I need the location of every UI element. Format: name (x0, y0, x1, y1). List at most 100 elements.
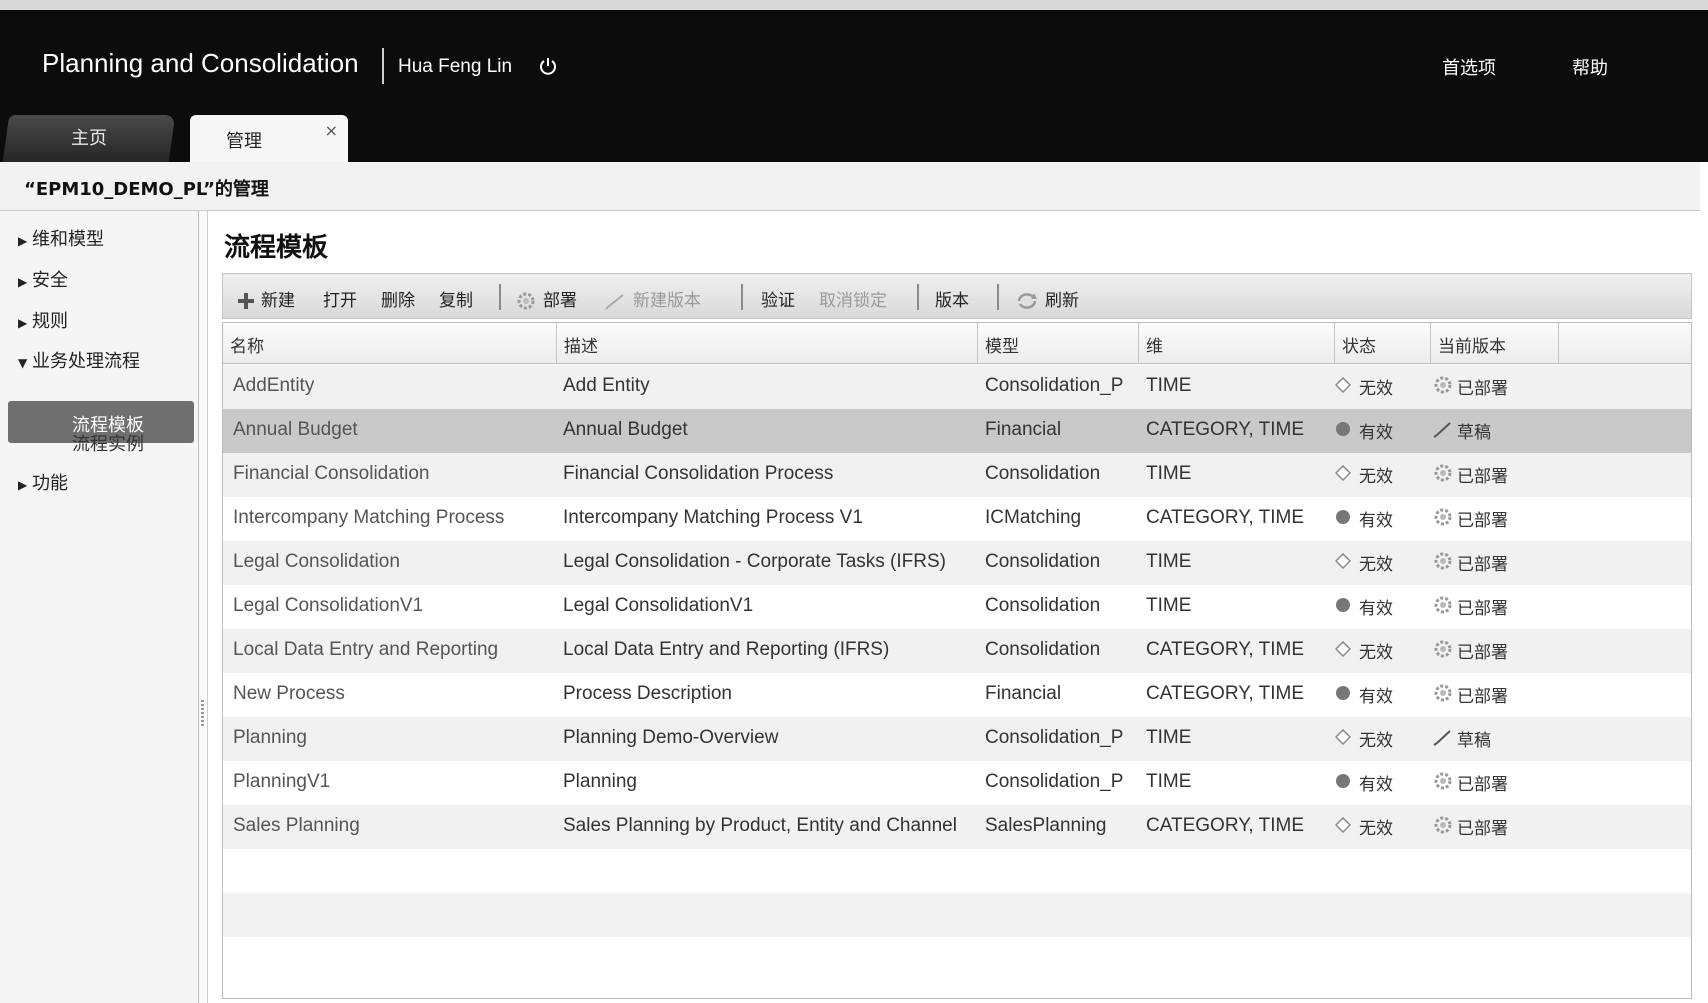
cell-model: Financial (985, 419, 1062, 440)
sidebar: ▶ 维和模型 ▶ 安全 ▶ 规则 ▼ 业务处理流程 流程模板 流程实例 ▶ 功能 (0, 211, 199, 1003)
table-row[interactable]: Legal ConsolidationV1 Legal Consolidation… (223, 585, 1691, 629)
cell-name: Intercompany Matching Process (233, 507, 505, 528)
version-button[interactable]: 版本 (935, 286, 969, 311)
tab-home[interactable]: 主页 (2, 115, 176, 162)
gear-icon (1434, 552, 1452, 570)
tab-admin-label: 管理 (226, 131, 262, 152)
title-separator (382, 48, 384, 84)
cell-current-version: 已部署 (1457, 775, 1508, 795)
deploy-button[interactable]: 部署 (515, 286, 577, 312)
valid-status-icon (1336, 774, 1350, 788)
tab-close-icon[interactable]: × (325, 121, 338, 140)
validate-button[interactable]: 验证 (761, 286, 795, 311)
cell-dimensions: CATEGORY, TIME (1146, 639, 1305, 660)
help-link[interactable]: 帮助 (1572, 54, 1608, 80)
open-button[interactable]: 打开 (323, 286, 357, 311)
table-row[interactable]: PlanningV1 Planning Consolidation_P TIME 有效 已… (223, 761, 1691, 805)
cell-current-version: 已部署 (1457, 599, 1508, 619)
new-version-button[interactable]: 新建版本 (605, 286, 701, 311)
cell-description: Local Data Entry and Reporting (IFRS) (563, 639, 890, 660)
column-header-dimensions[interactable]: 维 (1139, 323, 1335, 363)
table-row[interactable]: Legal Consolidation Legal Consolidation -… (223, 541, 1691, 585)
cell-name: Financial Consolidation (233, 463, 430, 484)
user-name: Hua Feng Lin (398, 56, 513, 77)
cell-current-version: 草稿 (1457, 731, 1491, 751)
sidebar-item-label: 业务处理流程 (32, 351, 140, 372)
valid-status-icon (1336, 510, 1350, 524)
column-header-name[interactable]: 名称 (223, 323, 557, 363)
cell-name: Legal Consolidation (233, 551, 400, 572)
cell-dimensions: TIME (1146, 727, 1192, 748)
cell-description: Financial Consolidation Process (563, 463, 834, 484)
column-header-status[interactable]: 状态 (1335, 323, 1431, 363)
new-button[interactable]: 新建 (237, 286, 295, 311)
cell-model: Consolidation (985, 595, 1101, 616)
sidebar-item-label: 规则 (32, 311, 68, 332)
expand-arrow-icon[interactable]: ▶ (18, 275, 32, 289)
collapse-arrow-icon[interactable]: ▼ (18, 356, 32, 370)
process-templates-table: 名称 描述 模型 维 状态 当前版本 AddEntity Add Entity Co… (222, 322, 1692, 999)
expand-arrow-icon[interactable]: ▶ (18, 234, 32, 248)
table-row[interactable]: Annual Budget Annual Budget Financial CATEG… (223, 409, 1691, 453)
sidebar-item-features[interactable]: ▶ 功能 (18, 469, 68, 495)
column-header-current-version[interactable]: 当前版本 (1431, 323, 1559, 363)
cell-name: New Process (233, 683, 345, 704)
unlock-button[interactable]: 取消锁定 (819, 286, 887, 311)
toolbar-divider (499, 284, 501, 310)
table-row[interactable]: Local Data Entry and Reporting Local Data… (223, 629, 1691, 673)
sidebar-item-security[interactable]: ▶ 安全 (18, 266, 68, 292)
gear-icon (1434, 596, 1452, 614)
toolbar: 新建 打开 删除 复制 部署 新建版本 验证 取消锁定 版本 刷新 (222, 273, 1692, 319)
pencil-icon (605, 294, 624, 310)
cell-description: Planning Demo-Overview (563, 727, 779, 748)
panel-splitter[interactable] (199, 211, 208, 1003)
table-row[interactable]: Intercompany Matching Process Intercompan… (223, 497, 1691, 541)
valid-status-icon (1336, 422, 1350, 436)
valid-status-icon (1336, 686, 1350, 700)
cell-model: Consolidation (985, 463, 1101, 484)
cell-dimensions: TIME (1146, 771, 1192, 792)
cell-model: ICMatching (985, 507, 1082, 528)
expand-arrow-icon[interactable]: ▶ (18, 478, 32, 492)
sidebar-subitem-process-instances[interactable]: 流程实例 (72, 430, 144, 456)
cell-status: 无效 (1359, 643, 1393, 663)
cell-model: Consolidation_P (985, 375, 1124, 396)
pencil-icon (1433, 422, 1451, 438)
sidebar-item-business-process-flows[interactable]: ▼ 业务处理流程 (18, 347, 140, 373)
cell-description: Intercompany Matching Process V1 (563, 507, 863, 528)
cell-status: 无效 (1359, 555, 1393, 575)
power-icon[interactable] (538, 56, 558, 76)
cell-name: Planning (233, 727, 307, 748)
cell-name: AddEntity (233, 375, 315, 396)
gear-icon (517, 292, 535, 310)
copy-button[interactable]: 复制 (439, 286, 473, 311)
preferences-link[interactable]: 首选项 (1442, 54, 1496, 80)
table-row[interactable]: New Process Process Description Financial C… (223, 673, 1691, 717)
sidebar-item-rules[interactable]: ▶ 规则 (18, 307, 68, 333)
delete-button[interactable]: 删除 (381, 286, 415, 311)
table-row[interactable]: Planning Planning Demo-Overview Consolidat… (223, 717, 1691, 761)
cell-status: 无效 (1359, 731, 1393, 751)
expand-arrow-icon[interactable]: ▶ (18, 316, 32, 330)
refresh-button[interactable]: 刷新 (1015, 286, 1079, 311)
column-header-description[interactable]: 描述 (557, 323, 978, 363)
splitter-grip-icon[interactable] (201, 700, 204, 728)
tab-admin[interactable]: 管理 × (190, 115, 348, 162)
main-panel: 流程模板 新建 打开 删除 复制 部署 新建版本 验证 取消锁定 版本 刷新 名… (208, 211, 1700, 1003)
gear-icon (1434, 376, 1452, 394)
table-row[interactable]: Sales Planning Sales Planning by Product,… (223, 805, 1691, 849)
cell-status: 有效 (1359, 599, 1393, 619)
plus-icon (238, 293, 254, 309)
cell-current-version: 已部署 (1457, 687, 1508, 707)
table-row[interactable]: AddEntity Add Entity Consolidation_P TIME 无效… (223, 365, 1691, 409)
cell-status: 无效 (1359, 467, 1393, 487)
cell-description: Legal ConsolidationV1 (563, 595, 754, 616)
column-header-model[interactable]: 模型 (978, 323, 1139, 363)
sidebar-item-dimensions-models[interactable]: ▶ 维和模型 (18, 225, 104, 251)
cell-model: SalesPlanning (985, 815, 1107, 836)
cell-dimensions: CATEGORY, TIME (1146, 419, 1305, 440)
invalid-status-icon (1335, 377, 1351, 393)
valid-status-icon (1336, 598, 1350, 612)
table-row[interactable]: Financial Consolidation Financial Consoli… (223, 453, 1691, 497)
cell-dimensions: CATEGORY, TIME (1146, 507, 1305, 528)
